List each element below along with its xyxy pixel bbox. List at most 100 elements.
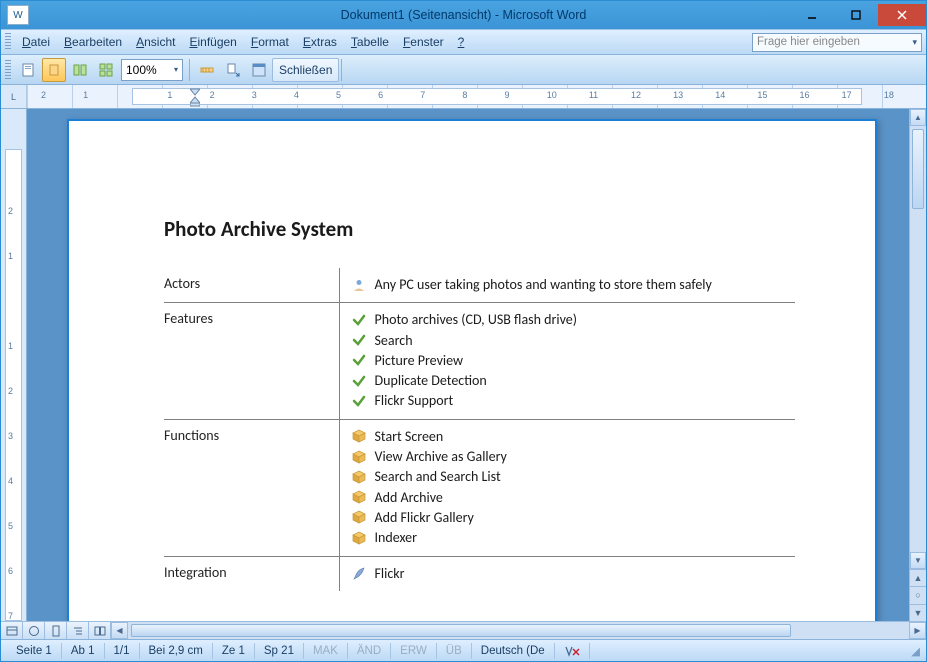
zoom-combo[interactable]: 100%▾ xyxy=(121,59,183,81)
row-value: Start ScreenView Archive as GallerySearc… xyxy=(339,419,795,556)
menubar: DateiBearbeitenAnsichtEinfügenFormatExtr… xyxy=(1,29,926,55)
menu-extras[interactable]: Extras xyxy=(296,33,344,51)
page: Photo Archive System Actors Any PC user t… xyxy=(67,119,877,621)
outline-view-button[interactable] xyxy=(67,622,89,640)
row-value: Photo archives (CD, USB flash drive)Sear… xyxy=(339,303,795,419)
list-item: View Archive as Gallery xyxy=(352,447,788,467)
shrink-to-fit-button[interactable] xyxy=(221,58,245,82)
check-icon xyxy=(352,333,367,348)
status-pages[interactable]: 1/1 xyxy=(105,643,140,659)
list-item-text: Any PC user taking photos and wanting to… xyxy=(375,275,712,295)
table-row: FeaturesPhoto archives (CD, USB flash dr… xyxy=(164,303,795,419)
menu-datei[interactable]: Datei xyxy=(15,33,57,51)
list-item: Flickr xyxy=(352,564,788,584)
toolbar-grip[interactable] xyxy=(5,60,11,80)
properties-table: Actors Any PC user taking photos and want… xyxy=(164,268,795,591)
status-at[interactable]: Bei 2,9 cm xyxy=(140,643,213,659)
status-ub[interactable]: ÜB xyxy=(437,643,472,659)
check-icon xyxy=(352,373,367,388)
reading-view-button[interactable] xyxy=(89,622,111,640)
menu-format[interactable]: Format xyxy=(244,33,296,51)
horizontal-scrollbar[interactable]: ◀ ▶ xyxy=(111,622,926,639)
list-item: Picture Preview xyxy=(352,351,788,371)
menu-ansicht[interactable]: Ansicht xyxy=(129,33,182,51)
status-erw[interactable]: ERW xyxy=(391,643,437,659)
prev-page-button[interactable]: ▲ xyxy=(910,569,926,586)
status-language[interactable]: Deutsch (De xyxy=(472,643,555,659)
document-area[interactable]: Photo Archive System Actors Any PC user t… xyxy=(27,109,926,621)
list-item: Add Archive xyxy=(352,488,788,508)
document-title: Photo Archive System xyxy=(164,216,795,242)
list-item-text: Flickr xyxy=(375,564,405,584)
maximize-button[interactable] xyxy=(834,4,878,26)
row-label: Integration xyxy=(164,556,339,591)
menu-tabelle[interactable]: Tabelle xyxy=(344,33,396,51)
box-icon xyxy=(352,429,367,444)
print-preview-page-button[interactable] xyxy=(16,58,40,82)
one-page-button[interactable] xyxy=(42,58,66,82)
web-view-button[interactable] xyxy=(23,622,45,640)
scroll-up-button[interactable]: ▲ xyxy=(910,109,926,126)
status-section[interactable]: Ab 1 xyxy=(62,643,105,659)
person-icon xyxy=(352,277,367,292)
scroll-left-button[interactable]: ◀ xyxy=(111,622,128,639)
list-item: Add Flickr Gallery xyxy=(352,508,788,528)
list-item-text: View Archive as Gallery xyxy=(375,447,507,467)
list-item-text: Picture Preview xyxy=(375,351,464,371)
list-item-text: Search xyxy=(375,331,413,351)
row-label: Actors xyxy=(164,268,339,303)
check-icon xyxy=(352,353,367,368)
menu-?[interactable]: ? xyxy=(451,33,472,51)
horizontal-ruler-bar: L 21123456789101112131415161718 xyxy=(1,85,926,109)
ruler-toggle-button[interactable] xyxy=(195,58,219,82)
normal-view-button[interactable] xyxy=(1,622,23,640)
check-icon xyxy=(352,312,367,327)
next-page-button[interactable]: ▼ xyxy=(910,604,926,621)
horizontal-ruler[interactable]: 21123456789101112131415161718 xyxy=(27,85,926,108)
list-item-text: Duplicate Detection xyxy=(375,371,487,391)
row-label: Functions xyxy=(164,419,339,556)
horizontal-scroll-area: ◀ ▶ xyxy=(1,621,926,639)
ask-question-box[interactable]: Frage hier eingeben▾ xyxy=(752,33,922,52)
scroll-right-button[interactable]: ▶ xyxy=(909,622,926,639)
menu-fenster[interactable]: Fenster xyxy=(396,33,451,51)
table-row: FunctionsStart ScreenView Archive as Gal… xyxy=(164,419,795,556)
status-line[interactable]: Ze 1 xyxy=(213,643,255,659)
resize-grip[interactable]: ◢ xyxy=(904,644,920,658)
multi-page-grid-button[interactable] xyxy=(94,58,118,82)
indent-marker-icon[interactable] xyxy=(190,85,200,108)
status-mak[interactable]: MAK xyxy=(304,643,348,659)
list-item-text: Add Archive xyxy=(375,488,443,508)
horizontal-scroll-thumb[interactable] xyxy=(131,624,791,637)
list-item: Start Screen xyxy=(352,427,788,447)
table-row: Actors Any PC user taking photos and want… xyxy=(164,268,795,303)
list-item: Duplicate Detection xyxy=(352,371,788,391)
close-preview-button[interactable]: Schließen xyxy=(272,58,339,82)
window-title: Dokument1 (Seitenansicht) - Microsoft Wo… xyxy=(1,8,926,22)
close-window-button[interactable] xyxy=(878,4,926,26)
vertical-ruler[interactable]: 211234567 xyxy=(1,109,27,621)
scroll-down-button[interactable]: ▼ xyxy=(910,552,926,569)
row-label: Features xyxy=(164,303,339,419)
list-item-text: Photo archives (CD, USB flash drive) xyxy=(375,310,578,330)
menu-einfügen[interactable]: Einfügen xyxy=(182,33,243,51)
list-item: Photo archives (CD, USB flash drive) xyxy=(352,310,788,330)
vertical-scrollbar[interactable]: ▲ ▼ ▲ ○ ▼ xyxy=(909,109,926,621)
tab-selector[interactable]: L xyxy=(1,85,27,108)
vertical-scroll-thumb[interactable] xyxy=(912,129,924,209)
print-layout-view-button[interactable] xyxy=(45,622,67,640)
status-page[interactable]: Seite 1 xyxy=(7,643,62,659)
list-item-text: Add Flickr Gallery xyxy=(375,508,474,528)
status-column[interactable]: Sp 21 xyxy=(255,643,304,659)
list-item: Search and Search List xyxy=(352,467,788,487)
app-icon[interactable]: W xyxy=(7,5,29,25)
status-spellcheck-icon[interactable] xyxy=(555,643,590,659)
browse-object-button[interactable]: ○ xyxy=(910,586,926,603)
status-and[interactable]: ÄND xyxy=(348,643,391,659)
multi-page-button[interactable] xyxy=(68,58,92,82)
menu-bearbeiten[interactable]: Bearbeiten xyxy=(57,33,129,51)
feather-icon xyxy=(352,566,367,581)
fullscreen-button[interactable] xyxy=(247,58,271,82)
menubar-grip[interactable] xyxy=(5,33,11,51)
minimize-button[interactable] xyxy=(790,4,834,26)
